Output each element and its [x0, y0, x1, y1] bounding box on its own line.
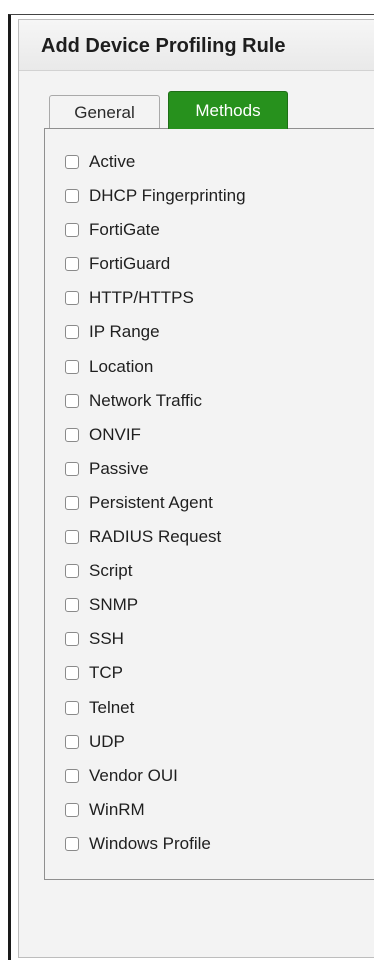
method-item-script[interactable]: Script: [65, 560, 246, 594]
tab-general[interactable]: General: [49, 95, 160, 129]
method-label: DHCP Fingerprinting: [89, 186, 246, 206]
method-item-ip-range[interactable]: IP Range: [65, 321, 246, 355]
dialog-title-bar: Add Device Profiling Rule: [19, 20, 374, 71]
methods-panel: Active DHCP Fingerprinting FortiGate For…: [44, 128, 374, 880]
method-item-onvif[interactable]: ONVIF: [65, 424, 246, 458]
dhcp-fingerprinting-checkbox[interactable]: [65, 189, 79, 204]
method-item-persistent-agent[interactable]: Persistent Agent: [65, 492, 246, 526]
onvif-checkbox[interactable]: [65, 427, 79, 442]
dialog-title: Add Device Profiling Rule: [41, 35, 286, 57]
method-item-http-https[interactable]: HTTP/HTTPS: [65, 287, 246, 321]
method-item-fortigate[interactable]: FortiGate: [65, 219, 246, 253]
add-device-profiling-rule-dialog: Add Device Profiling Rule General Method…: [18, 19, 374, 958]
method-item-telnet[interactable]: Telnet: [65, 697, 246, 731]
method-label: Script: [89, 561, 133, 581]
method-label: Telnet: [89, 697, 135, 717]
method-list: Active DHCP Fingerprinting FortiGate For…: [65, 151, 246, 867]
method-item-active[interactable]: Active: [65, 151, 246, 185]
method-item-snmp[interactable]: SNMP: [65, 594, 246, 628]
tab-methods[interactable]: Methods: [168, 91, 288, 129]
active-checkbox[interactable]: [65, 155, 79, 169]
method-item-location[interactable]: Location: [65, 356, 246, 390]
method-label: Active: [89, 152, 136, 171]
method-item-tcp[interactable]: TCP: [65, 662, 246, 696]
method-label: TCP: [89, 663, 123, 683]
windows-profile-checkbox[interactable]: [65, 836, 79, 851]
persistent-agent-checkbox[interactable]: [65, 495, 79, 510]
network-traffic-checkbox[interactable]: [65, 393, 79, 408]
method-label: UDP: [89, 731, 125, 751]
tab-general-label: General: [74, 102, 135, 122]
method-item-windows-profile[interactable]: Windows Profile: [65, 833, 246, 867]
method-label: Windows Profile: [89, 833, 211, 853]
method-label: HTTP/HTTPS: [89, 288, 194, 308]
method-item-udp[interactable]: UDP: [65, 731, 246, 765]
method-item-passive[interactable]: Passive: [65, 458, 246, 492]
method-item-dhcp-fingerprinting[interactable]: DHCP Fingerprinting: [65, 185, 246, 219]
method-item-radius-request[interactable]: RADIUS Request: [65, 526, 246, 560]
telnet-checkbox[interactable]: [65, 700, 79, 715]
method-label: SSH: [89, 629, 124, 649]
method-item-vendor-oui[interactable]: Vendor OUI: [65, 765, 246, 799]
method-item-ssh[interactable]: SSH: [65, 628, 246, 662]
method-label: IP Range: [89, 322, 160, 342]
method-label: Network Traffic: [89, 390, 203, 410]
fortigate-checkbox[interactable]: [65, 223, 79, 238]
method-label: WinRM: [89, 799, 145, 819]
vendor-oui-checkbox[interactable]: [65, 768, 79, 783]
method-item-network-traffic[interactable]: Network Traffic: [65, 390, 246, 424]
method-label: SNMP: [89, 595, 139, 615]
winrm-checkbox[interactable]: [65, 802, 79, 817]
method-label: FortiGuard: [89, 254, 171, 274]
tcp-checkbox[interactable]: [65, 666, 79, 681]
fortiguard-checkbox[interactable]: [65, 257, 79, 272]
method-label: Vendor OUI: [89, 765, 178, 785]
ip-range-checkbox[interactable]: [65, 325, 79, 340]
method-label: Passive: [89, 458, 149, 478]
http-https-checkbox[interactable]: [65, 291, 79, 306]
snmp-checkbox[interactable]: [65, 598, 79, 613]
method-label: FortiGate: [89, 220, 160, 240]
script-checkbox[interactable]: [65, 564, 79, 579]
method-label: RADIUS Request: [89, 527, 222, 547]
passive-checkbox[interactable]: [65, 461, 79, 476]
radius-request-checkbox[interactable]: [65, 530, 79, 545]
ssh-checkbox[interactable]: [65, 632, 79, 647]
method-label: Persistent Agent: [89, 492, 213, 512]
location-checkbox[interactable]: [65, 359, 79, 374]
tab-methods-label: Methods: [195, 100, 261, 120]
udp-checkbox[interactable]: [65, 734, 79, 749]
method-label: Location: [89, 356, 154, 376]
method-label: ONVIF: [89, 424, 141, 444]
method-item-fortiguard[interactable]: FortiGuard: [65, 253, 246, 287]
method-item-winrm[interactable]: WinRM: [65, 799, 246, 833]
